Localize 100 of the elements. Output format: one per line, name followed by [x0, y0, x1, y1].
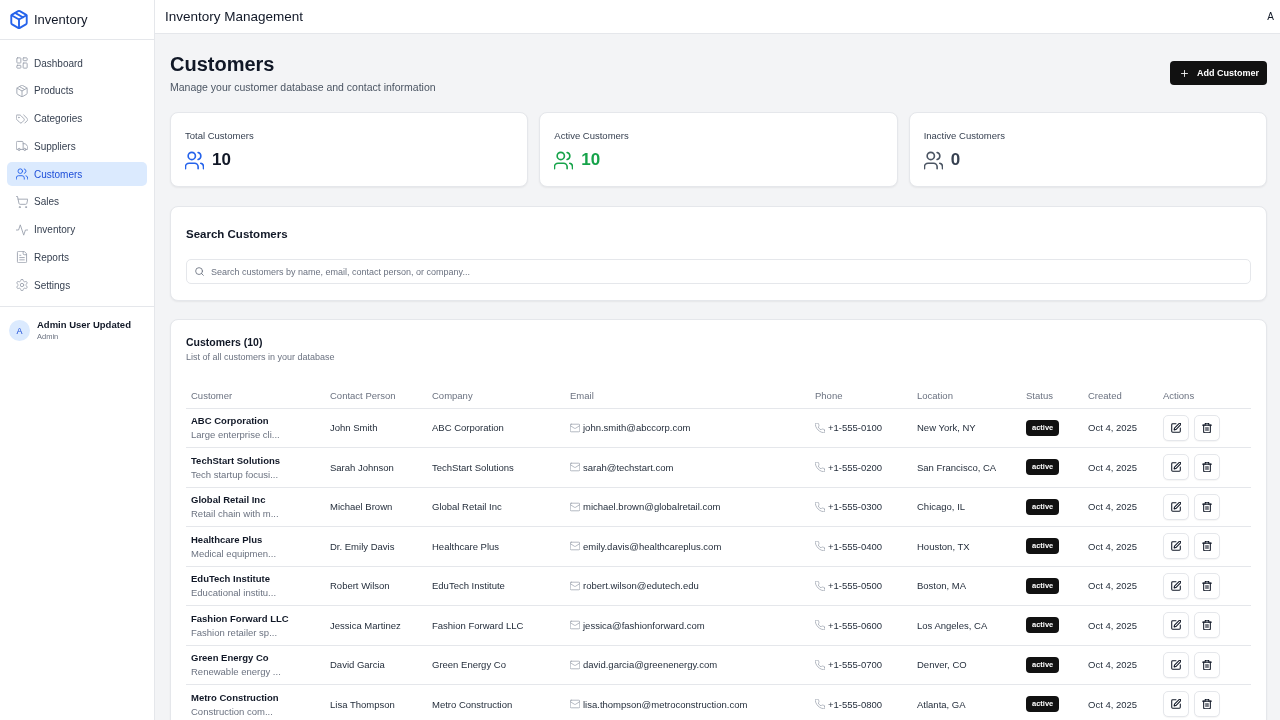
column-header: Actions [1158, 383, 1251, 408]
phone-icon [815, 580, 825, 591]
stat-value: 10 [212, 150, 231, 170]
table-cell: Global Retail Inc [427, 487, 565, 527]
delete-button[interactable] [1194, 691, 1220, 718]
delete-button[interactable] [1194, 651, 1220, 678]
sidebar-item[interactable]: Reports [7, 245, 147, 270]
sidebar-item[interactable]: Products [7, 78, 147, 103]
table-cell: Robert Wilson [325, 566, 427, 606]
edit-button[interactable] [1163, 493, 1189, 520]
mail-icon [570, 659, 580, 670]
box-icon [16, 84, 28, 97]
column-header: Email [565, 383, 810, 408]
edit-button[interactable] [1163, 414, 1189, 441]
table-cell: Oct 4, 2025 [1083, 447, 1158, 487]
column-header: Contact Person [325, 383, 427, 408]
edit-button[interactable] [1163, 691, 1189, 718]
tag-icon [16, 112, 28, 125]
stat-value: 10 [581, 150, 601, 170]
table-cell: Chicago, IL [912, 487, 1021, 527]
phone-icon [815, 699, 825, 710]
table-cell: Dr. Emily Davis [325, 526, 427, 566]
stat-label: Active Customers [554, 130, 630, 142]
users-icon [16, 168, 28, 180]
edit-button[interactable] [1163, 651, 1189, 678]
email-address: sarah@techstart.com [583, 461, 674, 473]
trash-icon [1202, 580, 1212, 591]
table-cell: Atlanta, GA [912, 684, 1021, 720]
pulse-icon [16, 223, 28, 236]
trash-icon [1202, 699, 1212, 710]
sidebar-item[interactable]: Inventory [7, 217, 147, 242]
table-cell: Oct 4, 2025 [1083, 408, 1158, 448]
page-title: Customers [170, 52, 276, 76]
phone-number: +1-555-0500 [828, 580, 883, 592]
delete-button[interactable] [1194, 414, 1220, 441]
mail-icon [570, 541, 580, 552]
email-address: jessica@fashionforward.com [583, 619, 705, 631]
user-initial[interactable]: A [1266, 11, 1275, 22]
customer-name: ABC Corporation [191, 414, 270, 428]
dashboard-icon [16, 57, 28, 69]
edit-button[interactable] [1163, 572, 1189, 599]
edit-icon [1171, 659, 1181, 670]
sidebar-item[interactable]: Settings [7, 273, 147, 297]
customer-description: Fashion retailer sp... [191, 625, 279, 639]
table-cell: Denver, CO [912, 645, 1021, 685]
table-cell: John Smith [325, 408, 427, 448]
truck-icon [16, 140, 28, 153]
edit-button[interactable] [1163, 533, 1189, 560]
sidebar-item[interactable]: Dashboard [7, 51, 147, 75]
table-cell: Fashion Forward LLC [427, 605, 565, 645]
edit-button[interactable] [1163, 612, 1189, 639]
delete-button[interactable] [1194, 572, 1220, 599]
delete-button[interactable] [1194, 454, 1220, 481]
table-cell: Metro Construction [427, 684, 565, 720]
edit-icon [1171, 541, 1181, 552]
trash-icon [1202, 422, 1212, 433]
sidebar-item[interactable]: Sales [7, 189, 147, 214]
table-cell: Sarah Johnson [325, 447, 427, 487]
table-cell: Oct 4, 2025 [1083, 526, 1158, 566]
delete-button[interactable] [1194, 493, 1220, 520]
table-cell: Oct 4, 2025 [1083, 605, 1158, 645]
phone-number: +1-555-0200 [828, 461, 883, 473]
mail-icon [570, 699, 580, 710]
search-field[interactable]: Search customers by name, email, contact person, or company... [186, 259, 1251, 284]
table-cell: Oct 4, 2025 [1083, 645, 1158, 685]
customer-description: Retail chain with m... [191, 507, 280, 521]
customer-description: Medical equipmen... [191, 546, 278, 560]
plus-icon [1180, 68, 1189, 78]
edit-button[interactable] [1163, 454, 1189, 481]
add-customer-button[interactable]: Add Customer [1170, 61, 1267, 85]
document-icon [16, 251, 28, 264]
email-address: michael.brown@globalretail.com [583, 501, 721, 513]
trash-icon [1202, 620, 1212, 631]
phone-number: +1-555-0400 [828, 540, 883, 552]
sidebar-item[interactable]: Suppliers [7, 134, 147, 159]
column-header: Created [1083, 383, 1158, 408]
delete-button[interactable] [1194, 533, 1220, 560]
delete-button[interactable] [1194, 612, 1220, 639]
customer-name: EduTech Institute [191, 572, 271, 586]
email-address: john.smith@abccorp.com [583, 422, 691, 434]
phone-number: +1-555-0600 [828, 619, 883, 631]
customer-description: Construction com... [191, 704, 274, 718]
email-address: robert.wilson@edutech.edu [583, 580, 699, 592]
stat-value: 0 [950, 150, 961, 170]
phone-number: +1-555-0100 [828, 422, 883, 434]
mail-icon [570, 620, 580, 631]
customer-name: TechStart Solutions [191, 453, 282, 467]
search-icon [195, 267, 204, 276]
mail-icon [570, 422, 580, 433]
phone-icon [815, 501, 825, 512]
table-cell: Los Angeles, CA [912, 605, 1021, 645]
table-cell: San Francisco, CA [912, 447, 1021, 487]
customer-name: Metro Construction [191, 690, 280, 704]
sidebar-item[interactable]: Categories [7, 106, 147, 131]
column-header: Customer [186, 383, 325, 408]
section-title: Customers (10) [186, 335, 264, 349]
table-cell: David Garcia [325, 645, 427, 685]
stat-label: Inactive Customers [923, 130, 1006, 142]
column-header: Company [427, 383, 565, 408]
sidebar-item[interactable]: Customers [7, 162, 147, 186]
